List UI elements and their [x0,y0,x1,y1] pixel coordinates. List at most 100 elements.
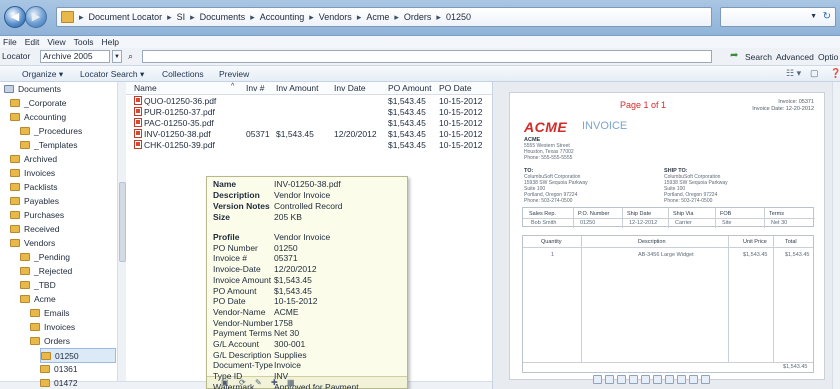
tree-item[interactable]: _Procedures [20,124,82,139]
collections-button[interactable]: Collections [162,69,204,79]
command-bar: Organize ▾ Locator Search ▾ Collections … [0,66,840,82]
tree-item-label: Invoices [24,168,56,178]
tree-item[interactable]: Archived [10,152,57,167]
table-row[interactable]: PAC-01250-35.pdf $1,543.45 10-15-2012 [126,118,492,129]
rotate-right-button[interactable] [677,375,686,384]
to-address: TO: ColumbuSoft Corporation 15938 SW Sequo… [524,168,588,204]
menu-item-tools[interactable]: Tools [74,36,94,48]
tree-item[interactable]: _Corporate [10,96,67,111]
first-page-button[interactable] [593,375,602,384]
breadcrumb-item[interactable]: 01250 [446,12,471,23]
folder-icon [20,295,30,303]
tooltip-value: 10-15-2012 [274,296,318,307]
preview-pane-icon[interactable]: ▢ [810,68,819,79]
tree-item-label: Purchases [24,210,65,220]
tree-item[interactable]: Acme [20,292,56,307]
menu-item-edit[interactable]: Edit [25,36,40,48]
view-options-icon[interactable]: ☷ ▾ [786,68,801,79]
locator-dropdown-arrow[interactable]: ▼ [112,50,122,63]
link-icon[interactable]: ✎ [255,378,262,387]
menu-item-file[interactable]: File [3,36,17,48]
cell-po-date: 10-15-2012 [439,96,483,106]
locator-select[interactable]: Archive 2005 [40,50,110,63]
tree-vertical-scrollbar[interactable] [117,82,126,381]
help-icon[interactable]: ❓ [830,68,840,79]
options-button[interactable]: Optio [818,52,838,62]
tree-item[interactable]: _TBD [20,278,56,293]
address-bar[interactable]: ▸ Document Locator ▸ SI ▸ Documents ▸ Accountin… [56,7,712,27]
item-value: $1,543.45 [785,252,810,258]
tree-item[interactable]: _Rejected [20,264,72,279]
tree-item[interactable]: _Pending [20,250,70,265]
tree-item[interactable]: Invoices [30,320,75,335]
tooltip-value: Controlled Record [274,201,343,211]
breadcrumb-item[interactable]: Accounting [260,12,305,23]
folder-icon [20,253,30,261]
refresh-icon[interactable]: ↻ [823,11,831,22]
shipping-header: FOB [720,211,732,217]
tree-item[interactable]: Accounting [10,110,66,125]
preview-button[interactable]: Preview [219,69,249,79]
breadcrumb-item[interactable]: SI [177,12,186,23]
fit-page-button[interactable] [629,375,638,384]
breadcrumb-item[interactable]: Document Locator [89,12,163,23]
zoom-out-button[interactable] [653,375,662,384]
column-header[interactable]: Inv # [246,83,264,93]
binoculars-icon[interactable]: ⌕ [128,51,133,62]
tree-item-label: Orders [44,336,70,346]
tree-item-label: Acme [34,294,56,304]
table-row[interactable]: PUR-01250-37.pdf $1,543.45 10-15-2012 [126,107,492,118]
column-header[interactable]: PO Date [439,83,472,93]
breadcrumb-item[interactable]: Documents [200,12,246,23]
tree-item[interactable]: Vendors [10,236,55,251]
table-row[interactable]: INV-01250-38.pdf 05371 $1,543.45 12/20/2012… [126,129,492,140]
tree-item[interactable]: Received [10,222,59,237]
print-button[interactable] [689,375,698,384]
column-header[interactable]: PO Amount [388,83,431,93]
locator-search-menu[interactable]: Locator Search ▾ [80,69,144,80]
tree-item[interactable]: Invoices [10,166,55,181]
tree-item-label: 01250 [55,351,79,361]
breadcrumb-item[interactable]: Orders [404,12,432,23]
save-button[interactable] [701,375,710,384]
rotate-left-button[interactable] [665,375,674,384]
back-button[interactable]: ◀ [4,6,26,28]
tree-item[interactable]: Emails [30,306,70,321]
go-arrow-icon[interactable]: ➦ [730,50,738,61]
table-row[interactable]: QUO-01250-36.pdf $1,543.45 10-15-2012 [126,96,492,107]
locator-search-input[interactable] [142,50,712,63]
column-header[interactable]: Name [134,83,157,93]
preview-vertical-scrollbar[interactable] [832,82,840,389]
tree-item-label: _TBD [34,280,56,290]
column-header[interactable]: Inv Amount [276,83,319,93]
column-header[interactable]: Inv Date [334,83,366,93]
invoice-number-block: Invoice: 05371 Invoice Date: 12-20-2012 [752,99,814,113]
folder-icon [61,11,74,23]
tooltip-value: Supplies [274,349,307,360]
zoom-in-button[interactable] [641,375,650,384]
tree-item[interactable]: Documents [4,82,61,97]
chevron-down-icon[interactable]: ▼ [810,13,817,20]
tree-item[interactable]: Purchases [10,208,64,223]
forward-button[interactable]: ▶ [25,6,47,28]
tree-item[interactable]: Packlists [10,180,58,195]
breadcrumb-item[interactable]: Acme [366,12,389,23]
tree-item[interactable]: Orders [30,334,70,349]
search-input[interactable]: ▼ ↻ [720,7,836,27]
prev-page-button[interactable] [605,375,614,384]
breadcrumb-item[interactable]: Vendors [319,12,352,23]
sort-arrow-icon: ^ [231,83,235,90]
advanced-button[interactable]: Advanced [776,52,814,62]
menu-item-help[interactable]: Help [101,36,118,48]
tree-item[interactable]: 01250 [40,348,116,363]
table-row[interactable]: CHK-01250-39.pdf $1,543.45 10-15-2012 [126,140,492,151]
tree-scroll-thumb[interactable] [119,182,126,262]
organize-menu[interactable]: Organize ▾ [22,69,63,80]
tree-item[interactable]: 01361 [40,362,78,377]
fit-width-button[interactable] [617,375,626,384]
tree-item[interactable]: 01472 [40,376,78,389]
search-button[interactable]: Search [745,52,772,62]
menu-item-view[interactable]: View [47,36,65,48]
tree-item[interactable]: Payables [10,194,59,209]
tree-item[interactable]: _Templates [20,138,77,153]
